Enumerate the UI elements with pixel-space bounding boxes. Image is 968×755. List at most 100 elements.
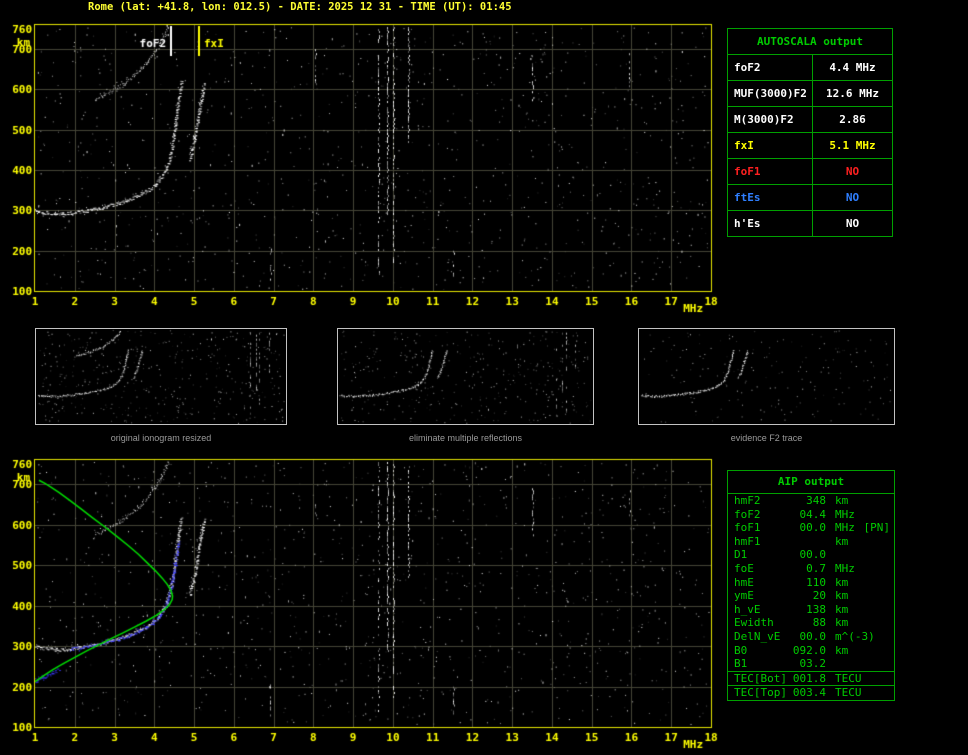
aip-row-ewidth: Ewidth 88 km <box>728 616 894 630</box>
autoscala-table-body: foF2 4.4 MHz MUF(3000)F2 12.6 MHz M(3000)F2 2… <box>728 55 892 236</box>
aip-row-foe: foE 0.7 MHz <box>728 562 894 576</box>
param-label: hmE <box>734 575 754 589</box>
param-label: B0 <box>734 643 748 657</box>
aip-table-header: AIP output <box>728 471 894 494</box>
thumbnail-caption-f2trace: evidence F2 trace <box>730 433 803 443</box>
param-value: 348 <box>806 494 826 507</box>
autoscala-screen: Rome (lat: +41.8, lon: 012.5) - DATE: 20… <box>0 0 968 755</box>
param-extra <box>890 494 894 508</box>
param-label: DelN_vE <box>734 629 781 643</box>
aip-table-body: hmF2 348 km foF2 04.4 MHz foF1 00.0 MHz [PN] hmF1 k… <box>728 494 894 700</box>
autoscala-table: AUTOSCALA output foF2 4.4 MHz MUF(3000)F2 1… <box>727 28 893 237</box>
param-label: Ewidth <box>734 616 774 630</box>
param-label: foF1 <box>728 159 813 184</box>
param-extra <box>890 548 894 562</box>
thumbnail-caption-original: original ionogram resized <box>110 433 212 443</box>
param-value: 092.0 <box>792 643 826 657</box>
autoscala-table-header: AUTOSCALA output <box>728 29 892 55</box>
param-label: TEC[Bot] <box>734 671 787 685</box>
param-label: h'Es <box>728 211 813 236</box>
autoscala-row-fxi: fxI 5.1 MHz <box>728 133 892 159</box>
aip-row-yme: ymE 20 km <box>728 589 894 603</box>
autoscala-row-h-es: h'Es NO <box>728 211 892 236</box>
param-unit: TECU <box>835 671 862 685</box>
param-extra: [PN] <box>863 521 891 535</box>
param-value: 4.4 MHz <box>829 61 876 74</box>
param-value: 2.86 <box>839 113 866 126</box>
thumbnail-evidence-f2-trace <box>638 328 895 425</box>
param-value: 138 <box>806 602 826 616</box>
param-label: hmF1 <box>734 534 761 548</box>
param-extra <box>890 535 894 549</box>
param-extra <box>890 686 894 700</box>
param-value: 03.2 <box>799 657 827 671</box>
param-extra <box>890 672 894 686</box>
param-value: NO <box>845 217 860 230</box>
param-value <box>790 535 826 549</box>
thumbnail-eliminate-reflections <box>337 328 594 425</box>
thumbnail-caption-reflections: eliminate multiple reflections <box>408 433 523 443</box>
param-extra <box>890 603 894 617</box>
param-extra <box>890 576 894 590</box>
aip-row-hmf2: hmF2 348 km <box>728 494 894 508</box>
param-value: 00.0 <box>799 629 827 643</box>
aip-row-hme: hmE 110 km <box>728 576 894 590</box>
param-label: ymE <box>734 589 754 603</box>
param-value: 001.8 <box>792 671 826 685</box>
aip-row-b0: B0 092.0 km <box>728 644 894 658</box>
param-unit: km <box>835 602 849 616</box>
aip-row-tec-top: TEC[Top] 003.4 TECU <box>728 685 894 700</box>
param-label: foF2 <box>728 55 813 80</box>
param-unit: km <box>835 575 849 589</box>
param-unit: TECU <box>835 686 862 700</box>
param-extra <box>890 508 894 522</box>
autoscala-row-fof1: foF1 NO <box>728 159 892 185</box>
param-label: ftEs <box>728 185 813 210</box>
param-value: NO <box>845 191 860 204</box>
param-label: fxI <box>728 133 813 158</box>
param-unit: MHz <box>835 561 855 575</box>
param-label: M(3000)F2 <box>728 107 813 132</box>
page-title: Rome (lat: +41.8, lon: 012.5) - DATE: 20… <box>88 1 512 13</box>
param-value: 20 <box>812 589 826 603</box>
param-label: TEC[Top] <box>734 686 787 700</box>
aip-row-deln-ve: DelN_vE 00.0 m^(-3) <box>728 630 894 644</box>
param-unit <box>826 657 835 671</box>
param-label: D1 <box>734 548 748 562</box>
param-label: hmF2 <box>734 494 761 507</box>
param-unit: km <box>835 494 849 507</box>
param-label: B1 <box>734 657 748 671</box>
param-value: 003.4 <box>792 686 826 700</box>
param-unit: km <box>835 643 849 657</box>
aip-row-hmf1: hmF1 km <box>728 535 894 549</box>
param-value: 00.0 <box>799 521 827 535</box>
param-unit: km <box>835 534 849 548</box>
param-value: 110 <box>806 575 826 589</box>
param-extra <box>890 589 894 603</box>
param-extra <box>890 616 894 630</box>
aip-ionogram-plot <box>0 455 725 755</box>
thumbnail-original-ionogram <box>35 328 287 425</box>
param-label: h_vE <box>734 602 761 616</box>
autoscala-row-ftes: ftEs NO <box>728 185 892 211</box>
autoscala-row-fof2: foF2 4.4 MHz <box>728 55 892 81</box>
autoscala-row-muf-3000-f2: MUF(3000)F2 12.6 MHz <box>728 81 892 107</box>
param-value: 0.7 <box>806 561 826 575</box>
param-unit: m^(-3) <box>835 629 875 643</box>
param-unit: km <box>835 616 849 630</box>
aip-table: AIP output hmF2 348 km foF2 04.4 MHz foF1 00.0 M… <box>727 470 895 701</box>
param-unit <box>826 548 835 562</box>
param-extra <box>890 562 894 576</box>
param-label: foE <box>734 561 754 575</box>
param-value: 88 <box>812 616 826 630</box>
param-value: 00.0 <box>799 548 827 562</box>
aip-row-h-ve: h_vE 138 km <box>728 603 894 617</box>
main-ionogram-plot <box>0 20 725 320</box>
param-extra <box>890 630 894 644</box>
aip-row-d1: D1 00.0 <box>728 548 894 562</box>
param-unit: MHz <box>835 521 855 535</box>
param-value: 12.6 MHz <box>826 87 879 100</box>
aip-row-b1: B1 03.2 <box>728 657 894 671</box>
param-value: NO <box>845 165 860 178</box>
param-unit: km <box>835 589 849 603</box>
